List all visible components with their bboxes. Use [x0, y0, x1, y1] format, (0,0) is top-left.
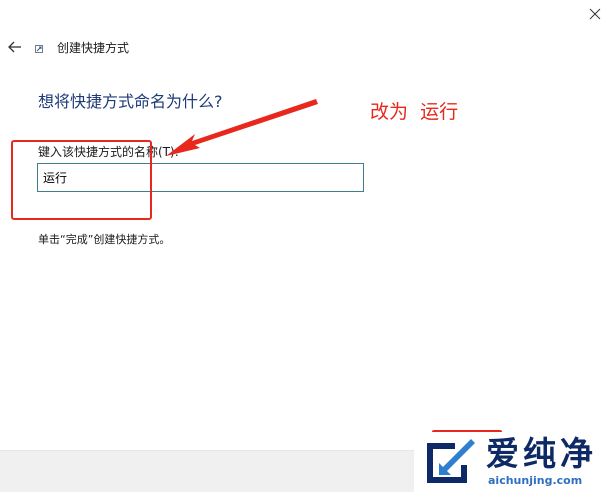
annotation-text: 改为 运行 — [370, 101, 459, 123]
wizard-title: 创建快捷方式 — [57, 41, 130, 55]
create-shortcut-wizard: 创建快捷方式 想将快捷方式命名为什么? 键入该快捷方式的名称(T): 单击“完成… — [0, 0, 613, 492]
watermark-name: 爱纯净 — [486, 434, 597, 473]
annotation-highlight-box — [11, 140, 152, 220]
aichunjing-logo-icon — [427, 439, 475, 483]
watermark-url: aichunjing.com — [488, 474, 583, 487]
finish-hint-text: 单击“完成”创建快捷方式。 — [38, 233, 171, 246]
close-icon[interactable] — [587, 6, 603, 22]
annotation-arrow-icon — [166, 99, 318, 156]
back-arrow-icon[interactable] — [6, 38, 24, 56]
shortcut-icon — [35, 45, 43, 53]
